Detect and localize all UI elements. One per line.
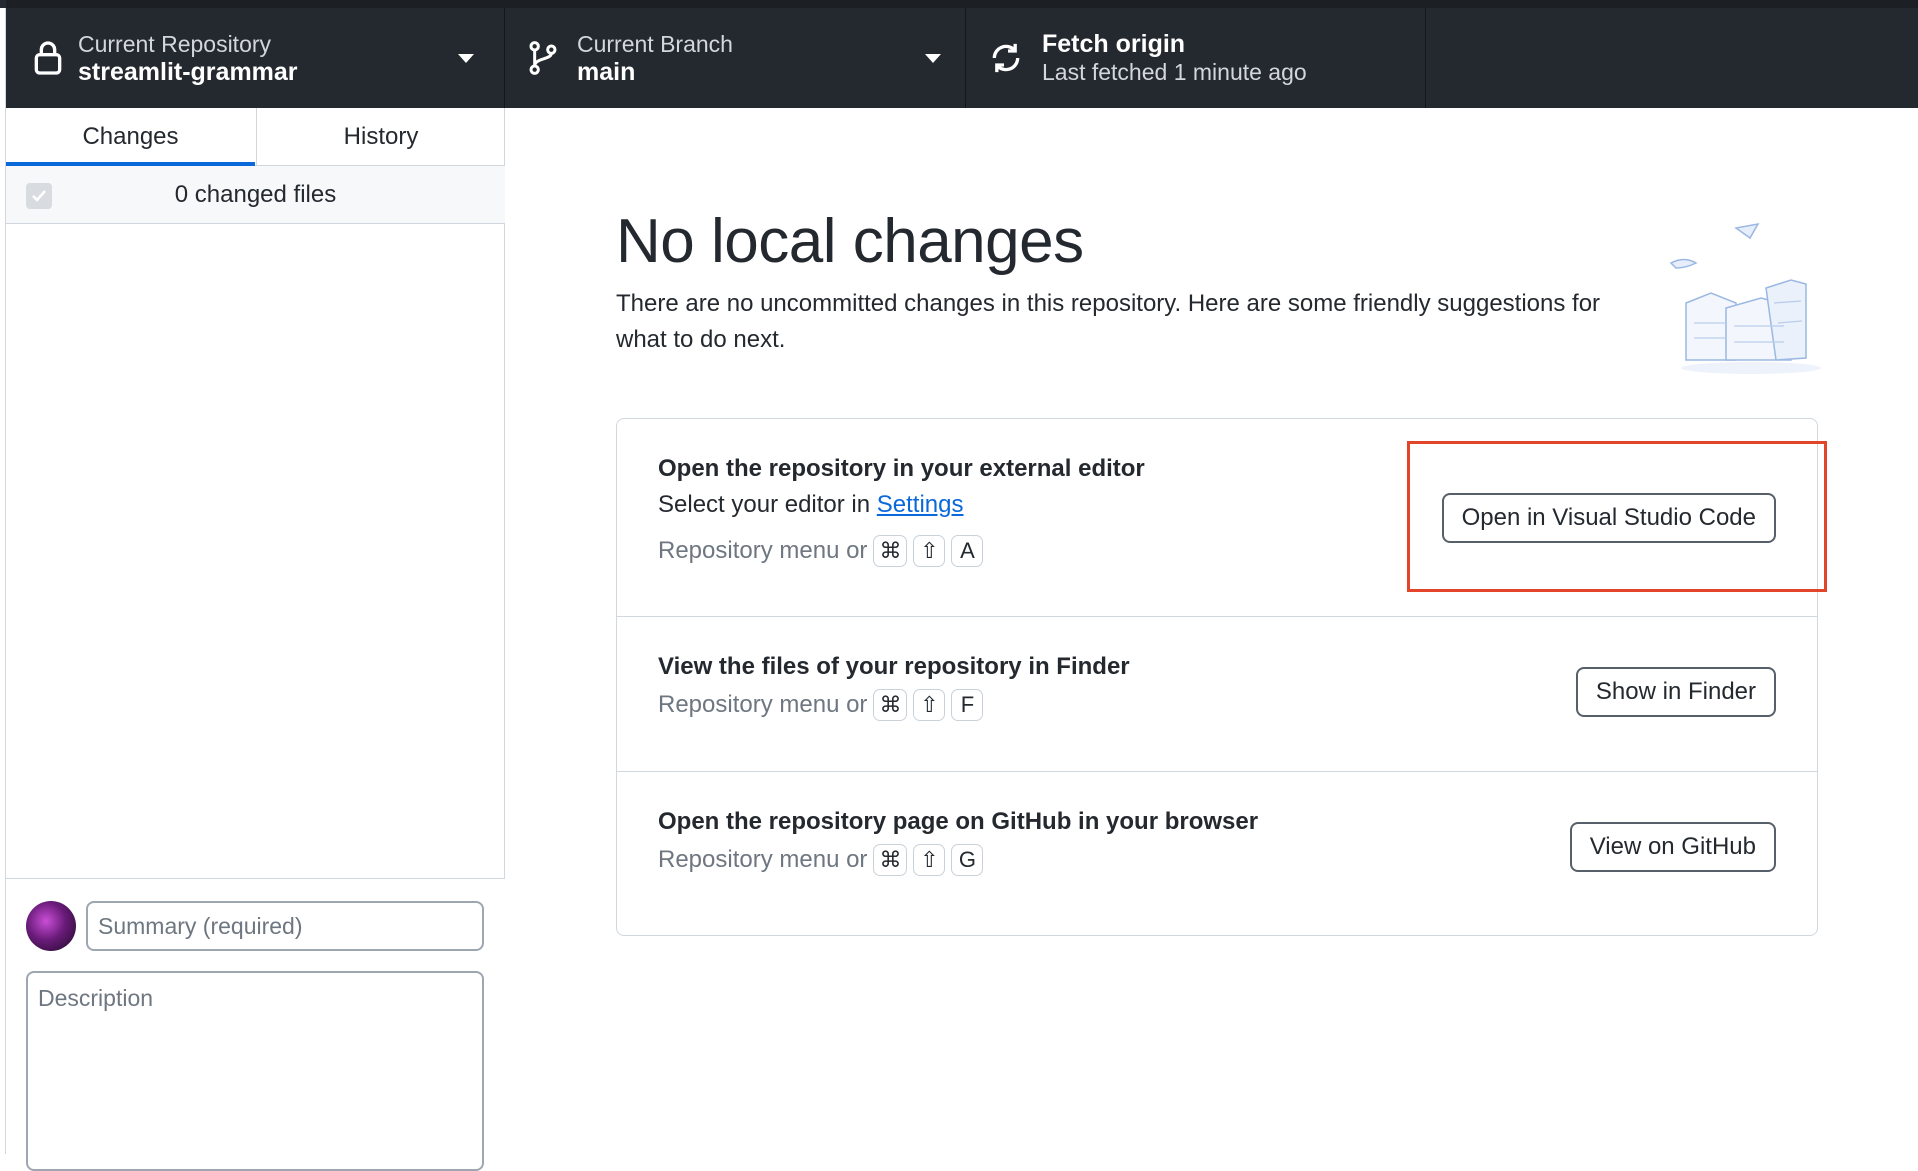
show-in-finder-button[interactable]: Show in Finder	[1575, 667, 1776, 717]
shortcut-prefix: Repository menu or	[658, 691, 868, 718]
fetch-subtitle: Last fetched 1 minute ago	[1042, 59, 1307, 85]
shift-key-icon: ⇧	[913, 535, 946, 567]
shortcut-prefix: Repository menu or	[658, 537, 868, 564]
command-key-icon: ⌘	[873, 535, 908, 567]
sidebar: Changes History 0 changed files	[6, 108, 505, 1171]
settings-link[interactable]: Settings	[877, 491, 964, 518]
lock-icon	[34, 41, 62, 75]
current-repository-button[interactable]: Current Repository streamlit-grammar	[6, 8, 505, 108]
shift-key-icon: ⇧	[913, 844, 946, 876]
chevron-down-icon	[925, 54, 941, 63]
select-all-checkbox[interactable]	[26, 183, 52, 209]
page-title: No local changes	[616, 207, 1084, 276]
repository-label: Current Repository	[78, 31, 272, 57]
toolbar: Current Repository streamlit-grammar Cur…	[6, 0, 1918, 108]
keyboard-shortcut: Repository menu or ⌘ ⇧ G	[658, 844, 984, 876]
suggestion-title: View the files of your repository in Fin…	[658, 653, 1130, 680]
letter-key: A	[951, 535, 984, 567]
current-branch-button[interactable]: Current Branch main	[505, 8, 966, 108]
command-key-icon: ⌘	[873, 844, 908, 876]
fetch-title: Fetch origin	[1042, 30, 1186, 58]
git-branch-icon	[529, 41, 557, 75]
letter-key: G	[951, 844, 984, 876]
sidebar-tabs: Changes History	[6, 108, 505, 166]
keyboard-shortcut: Repository menu or ⌘ ⇧ F	[658, 689, 984, 721]
description-input[interactable]	[26, 971, 484, 1171]
view-on-github-button[interactable]: View on GitHub	[1569, 822, 1776, 872]
command-key-icon: ⌘	[873, 689, 908, 721]
commit-area	[6, 878, 505, 1171]
tab-history[interactable]: History	[256, 108, 505, 166]
changes-header: 0 changed files	[6, 166, 505, 224]
tab-changes[interactable]: Changes	[6, 108, 255, 166]
shift-key-icon: ⇧	[913, 689, 946, 721]
suggestion-show-in-finder: View the files of your repository in Fin…	[617, 617, 1817, 772]
summary-input[interactable]	[86, 901, 484, 951]
fetch-origin-button[interactable]: Fetch origin Last fetched 1 minute ago	[966, 8, 1426, 108]
empty-state-illustration	[1669, 222, 1821, 374]
repository-name: streamlit-grammar	[78, 58, 298, 86]
checkmark-icon	[32, 190, 46, 202]
shortcut-prefix: Repository menu or	[658, 846, 868, 873]
suggestion-view-on-github: Open the repository page on GitHub in yo…	[617, 772, 1817, 935]
suggestion-title: Open the repository page on GitHub in yo…	[658, 808, 1259, 835]
page-description: There are no uncommitted changes in this…	[616, 290, 1601, 353]
chevron-down-icon	[458, 54, 474, 63]
changed-files-count: 0 changed files	[174, 181, 337, 208]
subtitle-prefix: Select your editor in	[658, 491, 877, 518]
main-content: No local changes There are no uncommitte…	[506, 108, 1918, 1154]
branch-name: main	[577, 58, 636, 86]
sync-icon	[992, 43, 1020, 73]
branch-label: Current Branch	[577, 31, 733, 57]
keyboard-shortcut: Repository menu or ⌘ ⇧ A	[658, 535, 984, 567]
avatar	[26, 901, 76, 951]
letter-key: F	[951, 689, 984, 721]
annotation-highlight-box	[1407, 441, 1827, 592]
suggestion-title: Open the repository in your external edi…	[658, 455, 1145, 482]
suggestion-subtitle: Select your editor in Settings	[658, 491, 964, 519]
